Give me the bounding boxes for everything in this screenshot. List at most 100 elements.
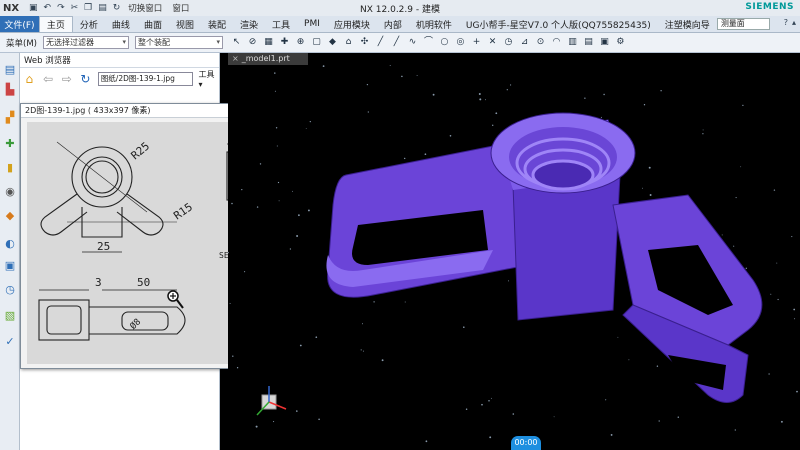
navigator-icon[interactable]: ▤ — [3, 63, 17, 77]
ribbon-tab[interactable]: 曲线 — [105, 16, 137, 32]
tools-menu[interactable]: 工具 ▾ — [199, 69, 219, 89]
undo-icon[interactable]: ↶ — [44, 3, 52, 13]
graphics-window[interactable] — [228, 65, 800, 450]
eye-icon[interactable]: ◉ — [3, 185, 17, 199]
command-search-input[interactable]: 测量面 — [716, 18, 770, 30]
ribbon-tab[interactable]: 视图 — [169, 16, 201, 32]
title-bar: NX ▣ ↶ ↷ ✂ ❐ ▤ ↻ 切换窗口 窗口 NX 12.0.2.9 - 建… — [0, 0, 800, 16]
midpoint-icon[interactable]: ⊿ — [519, 37, 530, 48]
resource-bar: ▤ ▙ ▞ ✚ ▮ ◉ ◆ ◐ ▣ ◷ ▧ ✓ — [0, 53, 20, 450]
part-file-tab[interactable]: _model1.prt — [228, 53, 308, 65]
file-menu-tab[interactable]: 文件(F) — [0, 16, 39, 32]
r25-label: R25 — [129, 140, 153, 163]
copy-icon[interactable]: ❐ — [84, 3, 92, 13]
selection-filter-select[interactable]: 无选择过滤器 — [42, 36, 129, 49]
url-input[interactable]: 图纸/2D图-139-1.jpg — [97, 72, 193, 86]
tools-menu-label: 工具 — [198, 70, 215, 79]
select-icon[interactable]: ↖ — [231, 37, 242, 48]
home-icon[interactable]: ⌂ — [23, 72, 36, 86]
web-browser-icon[interactable]: ◐ — [3, 237, 17, 251]
layer-icon[interactable]: ▤ — [583, 37, 594, 48]
hd3d-icon[interactable]: ▮ — [3, 161, 17, 175]
zoom-cursor-icon — [167, 290, 184, 309]
view-icon[interactable]: ▣ — [599, 37, 610, 48]
hide-icon[interactable]: ▥ — [567, 37, 578, 48]
quadrant-icon[interactable]: ◷ — [503, 37, 514, 48]
palette-icon[interactable]: ▧ — [3, 309, 17, 323]
clock-icon[interactable]: ◷ — [3, 283, 17, 297]
shaded-icon[interactable]: ◆ — [327, 37, 338, 48]
point-icon[interactable]: ✣ — [359, 37, 370, 48]
dim-3-label: 3 — [95, 276, 102, 289]
ribbon-tab[interactable]: UG小帮手-星空V7.0 个人版(QQ755825435) — [459, 16, 658, 32]
ribbon-controls: ? ▴ — [784, 18, 796, 27]
quick-access-toolbar: ▣ ↶ ↷ ✂ ❐ ▤ ↻ — [29, 3, 120, 13]
plus-icon[interactable]: + — [471, 37, 482, 48]
switch-window-button[interactable]: 切换窗口 — [128, 2, 162, 14]
arc-icon[interactable]: ◠ — [551, 37, 562, 48]
selection-scope-select[interactable]: 整个装配 — [134, 36, 223, 49]
select-features-icon[interactable]: ▦ — [263, 37, 274, 48]
thread-shape — [531, 159, 595, 191]
history-icon[interactable]: ✚ — [3, 137, 17, 151]
ribbon-tab[interactable]: 主页 — [38, 16, 73, 32]
ribbon-tab[interactable]: 工具 — [265, 16, 297, 32]
repeat-icon[interactable]: ↻ — [113, 3, 121, 13]
right-wing-shape — [116, 193, 164, 236]
ribbon-tab[interactable]: 分析 — [73, 16, 105, 32]
ribbon-tabs: 文件(F) 主页 分析 曲线 曲面 视图 装配 渲染 工具 PMI 应用模块 内部 机明软件 UG小帮手… — [0, 16, 800, 33]
main-menu-button[interactable]: 菜单(M) — [6, 37, 37, 49]
minimize-ribbon-icon[interactable]: ▴ — [792, 18, 796, 27]
dim-50-label: 50 — [137, 276, 150, 289]
ribbon-tab[interactable]: 机明软件 — [409, 16, 459, 32]
roles-icon[interactable]: ◆ — [3, 209, 17, 223]
ruler-icon[interactable]: ✓ — [3, 335, 17, 349]
document-icon[interactable]: ▣ — [3, 259, 17, 273]
center-icon[interactable]: ◎ — [455, 37, 466, 48]
help-icon[interactable]: ? — [784, 18, 788, 27]
curve-icon[interactable]: ∿ — [407, 37, 418, 48]
3d-part-model[interactable] — [228, 65, 800, 450]
ribbon-tab[interactable]: 注塑模向导 — [658, 16, 717, 32]
recording-timer: 00:00 — [511, 436, 541, 450]
browser-nav-bar: ⌂ ⇦ ⇨ ↻ 图纸/2D图-139-1.jpg 工具 ▾ — [20, 68, 219, 90]
ribbon-tab[interactable]: 应用模块 — [327, 16, 377, 32]
ribbon-tab[interactable]: 曲面 — [137, 16, 169, 32]
reuse-library-icon[interactable]: ▞ — [3, 111, 17, 125]
edge-icon[interactable]: ╱ — [391, 37, 402, 48]
window-menu-button[interactable]: 窗口 — [172, 2, 189, 14]
ribbon-tab[interactable]: 渲染 — [233, 16, 265, 32]
box-select-icon[interactable]: ▢ — [311, 37, 322, 48]
ribbon-tab[interactable]: 内部 — [377, 16, 409, 32]
circle-icon[interactable]: ○ — [439, 37, 450, 48]
paste-icon[interactable]: ▤ — [98, 3, 107, 13]
nx-logo: NX — [3, 2, 20, 14]
r15-label: R15 — [171, 200, 195, 222]
selection-toolbar: 菜单(M) 无选择过滤器 整个装配 ↖ ⊘ ▦ ✚ ⊕ ▢ ◆ ⌂ ✣ ╱ ╱ … — [0, 33, 800, 53]
left-wing-shape — [40, 193, 88, 236]
back-icon[interactable]: ⇦ — [42, 72, 55, 86]
refresh-icon[interactable]: ↻ — [79, 72, 92, 86]
endpoint-icon[interactable]: ⊙ — [535, 37, 546, 48]
line-icon[interactable]: ╱ — [375, 37, 386, 48]
forward-icon[interactable]: ⇨ — [60, 72, 73, 86]
dim-25-label: 25 — [97, 240, 110, 253]
save-icon[interactable]: ▣ — [29, 3, 38, 13]
siemens-logo: SIEMENS — [745, 2, 794, 12]
snap-tools: ↖ ⊘ ▦ ✚ ⊕ ▢ ◆ ⌂ ✣ ╱ ╱ ∿ ⌒ ○ ◎ + ✕ ◷ ⊿ ⊙ … — [231, 37, 626, 48]
zoom-icon[interactable]: ⊕ — [295, 37, 306, 48]
part-navigator-icon[interactable]: ▙ — [3, 83, 17, 97]
deselect-icon[interactable]: ⊘ — [247, 37, 258, 48]
ribbon-tab[interactable]: PMI — [297, 16, 327, 32]
ribbon-tab[interactable]: 装配 — [201, 16, 233, 32]
pick-icon[interactable]: ✚ — [279, 37, 290, 48]
view-triad-icon — [256, 386, 287, 416]
lock-icon[interactable]: ⌂ — [343, 37, 354, 48]
settings-icon[interactable]: ⚙ — [615, 37, 626, 48]
ribbon-tab-list: 主页 分析 曲线 曲面 视图 装配 渲染 工具 PMI 应用模块 内部 机明软件 UG小帮手-星空V7.… — [38, 16, 717, 32]
tangent-icon[interactable]: ⌒ — [423, 37, 434, 48]
web-browser-header: Web 浏览器 — [20, 53, 219, 68]
redo-icon[interactable]: ↷ — [57, 3, 65, 13]
intersection-icon[interactable]: ✕ — [487, 37, 498, 48]
cut-icon[interactable]: ✂ — [71, 3, 79, 13]
